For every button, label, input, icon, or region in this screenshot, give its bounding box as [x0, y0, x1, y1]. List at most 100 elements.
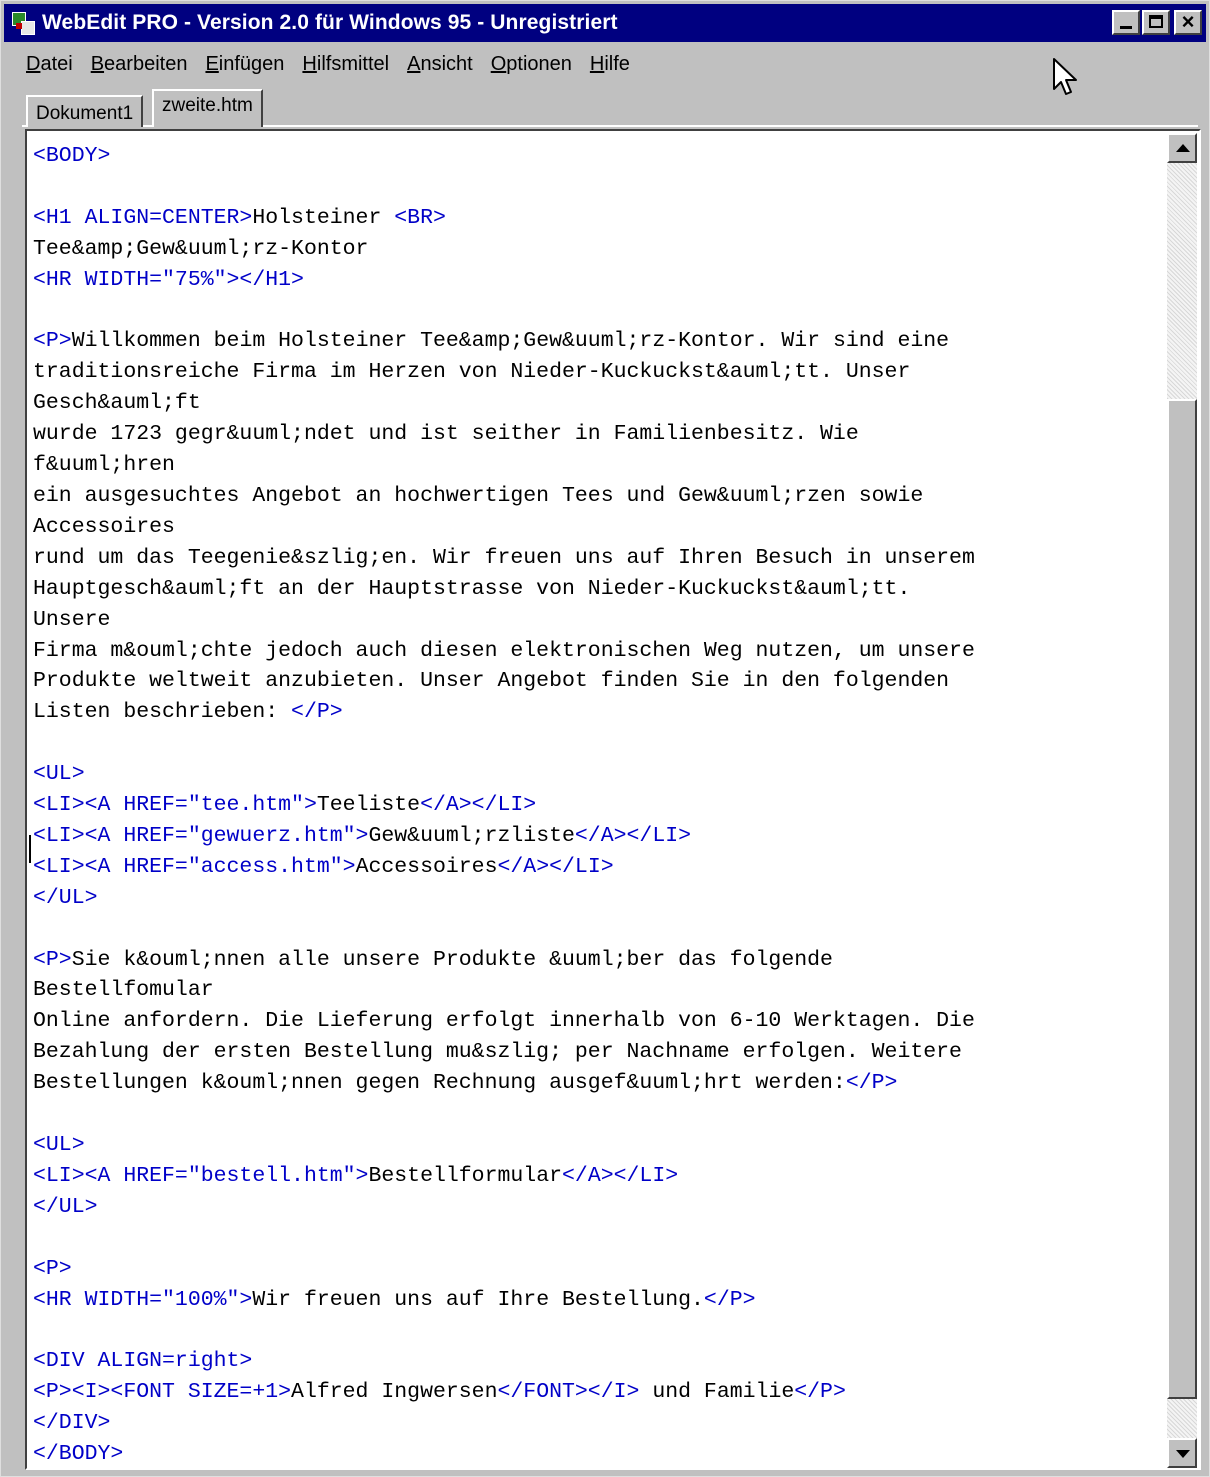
tab-zweite-htm[interactable]: zweite.htm [152, 89, 263, 127]
code-text: Bestellformular [368, 1163, 563, 1188]
html-tag: </P> [703, 1287, 756, 1312]
menu-hilfe[interactable]: Hilfe [590, 53, 630, 76]
code-line[interactable]: Bezahlung der ersten Bestellung mu&szlig… [33, 1037, 1163, 1068]
code-line[interactable]: <DIV ALIGN=right> [33, 1346, 1163, 1377]
code-text: Bestellungen k&ouml;nnen gegen Rechnung … [33, 1071, 846, 1096]
code-line[interactable] [33, 914, 1163, 945]
code-line[interactable]: Bestellungen k&ouml;nnen gegen Rechnung … [33, 1068, 1163, 1099]
code-text: Produkte weltweit anzubieten. Unser Ange… [33, 669, 950, 694]
menu-datei[interactable]: Datei [26, 53, 73, 76]
scroll-up-arrow-icon [1176, 144, 1190, 152]
code-line[interactable]: </BODY> [33, 1439, 1163, 1470]
code-line[interactable]: <H1 ALIGN=CENTER>Holsteiner <BR> [33, 203, 1163, 234]
scroll-down-button[interactable] [1167, 1438, 1197, 1468]
code-line[interactable]: Gesch&auml;ft [33, 388, 1163, 419]
html-tag: <LI><A HREF="gewuerz.htm"> [33, 823, 369, 848]
code-line[interactable]: <LI><A HREF="tee.htm">Teeliste</A></LI> [33, 790, 1163, 821]
code-line[interactable] [33, 728, 1163, 759]
code-line[interactable]: Tee&amp;Gew&uuml;rz-Kontor [33, 234, 1163, 265]
menu-ansicht[interactable]: Ansicht [407, 53, 473, 76]
html-tag: <P><I><FONT SIZE=+1> [33, 1380, 292, 1405]
html-tag: <LI><A HREF="access.htm"> [33, 854, 356, 879]
code-line[interactable]: Accessoires [33, 512, 1163, 543]
html-tag: </UL> [33, 885, 98, 910]
code-line[interactable]: <P><I><FONT SIZE=+1>Alfred Ingwersen</FO… [33, 1377, 1163, 1408]
code-line[interactable]: <LI><A HREF="access.htm">Accessoires</A>… [33, 852, 1163, 883]
title-bar[interactable]: WebEdit PRO - Version 2.0 für Windows 95… [4, 4, 1206, 42]
code-line[interactable]: Firma m&ouml;chte jedoch auch diesen ele… [33, 636, 1163, 667]
code-line[interactable]: Listen beschrieben: </P> [33, 697, 1163, 728]
code-line[interactable]: rund um das Teegenie&szlig;en. Wir freue… [33, 543, 1163, 574]
code-text: und Familie [639, 1380, 795, 1405]
document-tabs: Dokument1 zweite.htm [4, 87, 1206, 127]
code-line[interactable]: wurde 1723 gegr&uuml;ndet und ist seithe… [33, 419, 1163, 450]
html-tag: <BODY> [33, 144, 111, 168]
code-line[interactable] [33, 1223, 1163, 1254]
source-code[interactable]: <BODY> <H1 ALIGN=CENTER>Holsteiner <BR> T… [33, 141, 1163, 1470]
code-text: f&uuml;hren [33, 453, 175, 478]
code-text: Holsteiner [252, 205, 395, 230]
code-line[interactable] [33, 1099, 1163, 1130]
code-line[interactable]: <HR WIDTH="100%">Wir freuen uns auf Ihre… [33, 1285, 1163, 1316]
code-line[interactable]: Bestellfomular [33, 975, 1163, 1006]
html-tag: <LI><A HREF="bestell.htm"> [33, 1163, 369, 1188]
code-line[interactable]: <UL> [33, 1130, 1163, 1161]
code-text: Firma m&ouml;chte jedoch auch diesen ele… [33, 638, 975, 663]
code-line[interactable]: Hauptgesch&auml;ft an der Hauptstrasse v… [33, 574, 1163, 605]
code-line[interactable]: <UL> [33, 759, 1163, 790]
code-editor[interactable]: <BODY> <H1 ALIGN=CENTER>Holsteiner <BR> T… [25, 129, 1201, 1470]
code-line[interactable]: <LI><A HREF="gewuerz.htm">Gew&uuml;rzlis… [33, 821, 1163, 852]
menu-optionen[interactable]: Optionen [491, 53, 572, 76]
html-tag: </P> [291, 700, 343, 725]
code-line[interactable]: <HR WIDTH="75%"></H1> [33, 265, 1163, 296]
code-text: Hauptgesch&auml;ft an der Hauptstrasse v… [33, 576, 911, 601]
html-tag: <UL> [33, 762, 85, 787]
maximize-icon [1149, 15, 1163, 28]
code-line[interactable]: ein ausgesuchtes Angebot an hochwertigen… [33, 481, 1163, 512]
html-tag: <H1 ALIGN=CENTER> [33, 205, 253, 230]
code-line[interactable]: </UL> [33, 883, 1163, 914]
webedit-app-icon[interactable] [10, 10, 36, 36]
minimize-icon [1120, 26, 1132, 29]
code-line[interactable]: <P>Willkommen beim Holsteiner Tee&amp;Ge… [33, 326, 1163, 357]
html-tag: </FONT></I> [497, 1380, 640, 1405]
code-line[interactable]: <LI><A HREF="bestell.htm">Bestellformula… [33, 1161, 1163, 1192]
html-tag: </P> [845, 1071, 898, 1096]
maximize-button[interactable] [1142, 10, 1170, 35]
tab-dokument1[interactable]: Dokument1 [26, 95, 144, 127]
code-line[interactable]: f&uuml;hren [33, 450, 1163, 481]
code-line[interactable] [33, 172, 1163, 203]
vertical-scrollbar[interactable] [1167, 133, 1197, 1468]
html-tag: <P> [33, 1256, 72, 1281]
text-caret [29, 835, 31, 863]
html-tag: </BODY> [33, 1442, 124, 1467]
code-line[interactable]: <P>Sie k&ouml;nnen alle unsere Produkte … [33, 945, 1163, 976]
code-line[interactable]: </UL> [33, 1192, 1163, 1223]
code-line[interactable]: </DIV> [33, 1408, 1163, 1439]
scroll-down-arrow-icon [1176, 1450, 1190, 1458]
code-line[interactable]: Unsere [33, 605, 1163, 636]
code-line[interactable]: Online anfordern. Die Lieferung erfolgt … [33, 1006, 1163, 1037]
code-line[interactable]: <P> [33, 1254, 1163, 1285]
code-text: Bestellfomular [33, 978, 214, 1003]
html-tag: </A></LI> [420, 793, 537, 818]
html-tag: </DIV> [33, 1411, 111, 1436]
code-text: Alfred Ingwersen [291, 1380, 498, 1405]
scroll-up-button[interactable] [1167, 133, 1197, 163]
close-button[interactable]: × [1174, 10, 1202, 35]
code-text: Tee&amp;Gew&uuml;rz-Kontor [33, 236, 369, 261]
code-line[interactable] [33, 296, 1163, 327]
minimize-button[interactable] [1112, 10, 1140, 35]
code-line[interactable] [33, 1315, 1163, 1346]
menu-bearbeiten[interactable]: Bearbeiten [91, 53, 188, 76]
code-text: Gesch&auml;ft [33, 391, 201, 416]
menu-einfuegen[interactable]: Einfügen [205, 53, 284, 76]
code-line[interactable]: traditionsreiche Firma im Herzen von Nie… [33, 357, 1163, 388]
code-line[interactable]: Produkte weltweit anzubieten. Unser Ange… [33, 666, 1163, 697]
html-tag: <UL> [33, 1133, 85, 1157]
code-line[interactable]: <BODY> [33, 141, 1163, 172]
code-text: Gew&uuml;rzliste [368, 823, 575, 848]
scroll-thumb[interactable] [1167, 399, 1197, 1399]
menu-hilfsmittel[interactable]: Hilfsmittel [302, 53, 389, 76]
code-text: Online anfordern. Die Lieferung erfolgt … [33, 1009, 975, 1034]
